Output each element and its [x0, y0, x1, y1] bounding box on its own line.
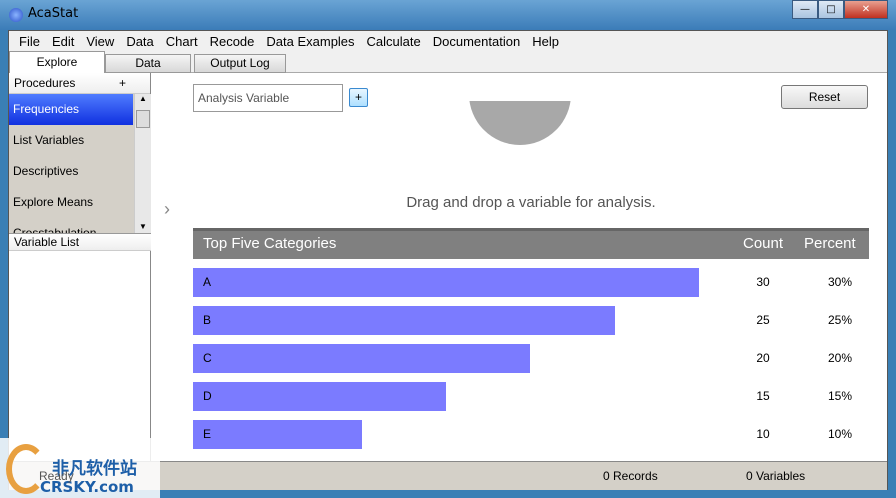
menu-edit[interactable]: Edit — [46, 34, 80, 49]
procedure-frequencies[interactable]: Frequencies — [9, 94, 133, 125]
menu-documentation[interactable]: Documentation — [427, 34, 526, 49]
maximize-button[interactable]: □ — [818, 0, 844, 19]
category-label: E — [203, 427, 212, 441]
title-bar: AcaStat — □ ✕ — [0, 0, 896, 30]
category-label: A — [203, 275, 212, 289]
left-panel: Procedures + Frequencies List Variables D… — [9, 73, 151, 461]
tab-output-log[interactable]: Output Log — [194, 54, 286, 73]
procedure-list-variables[interactable]: List Variables — [9, 125, 133, 156]
tab-explore[interactable]: Explore — [9, 51, 105, 74]
app-window: File Edit View Data Chart Recode Data Ex… — [8, 30, 888, 490]
category-count: 20 — [756, 351, 770, 365]
menu-view[interactable]: View — [80, 34, 120, 49]
scroll-thumb[interactable] — [136, 110, 150, 128]
table-row: D 15 15% — [193, 382, 869, 411]
add-procedure-button[interactable]: + — [119, 73, 126, 93]
watermark: 非凡软件站 CRSKY.com — [0, 438, 160, 498]
category-label: B — [203, 313, 212, 327]
category-percent: 20% — [827, 351, 853, 365]
menu-chart[interactable]: Chart — [160, 34, 204, 49]
procedures-label: Procedures — [14, 76, 76, 90]
category-bar: A — [193, 268, 699, 297]
table-row: B 25 25% — [193, 306, 869, 335]
variables-count: 0 Variables — [746, 469, 806, 483]
category-percent: 25% — [827, 313, 853, 327]
procedures-list: Frequencies List Variables Descriptives … — [9, 94, 151, 233]
category-percent: 30% — [827, 275, 853, 289]
tab-data[interactable]: Data — [105, 54, 191, 73]
menu-data[interactable]: Data — [120, 34, 159, 49]
expand-chevron-icon[interactable]: › — [164, 199, 170, 220]
menu-calculate[interactable]: Calculate — [361, 34, 427, 49]
category-count: 10 — [756, 427, 770, 441]
add-variable-button[interactable]: + — [349, 88, 368, 107]
analysis-variable-input[interactable]: Analysis Variable — [193, 84, 343, 112]
procedure-explore-means[interactable]: Explore Means — [9, 187, 133, 218]
reset-button[interactable]: Reset — [781, 85, 868, 109]
menu-help[interactable]: Help — [526, 34, 565, 49]
status-ready: Ready — [39, 469, 74, 483]
menu-file[interactable]: File — [13, 34, 46, 49]
minimize-button[interactable]: — — [792, 0, 818, 19]
close-button[interactable]: ✕ — [844, 0, 888, 19]
drag-drop-message: Drag and drop a variable for analysis. — [406, 194, 656, 211]
category-count: 25 — [756, 313, 770, 327]
category-count: 15 — [756, 389, 770, 403]
table-row: C 20 20% — [193, 344, 869, 373]
category-bar: D — [193, 382, 446, 411]
variable-list-header: Variable List — [9, 233, 151, 251]
category-percent: 15% — [827, 389, 853, 403]
table-title: Top Five Categories — [203, 235, 337, 252]
category-bar: E — [193, 420, 362, 449]
menu-data-examples[interactable]: Data Examples — [260, 34, 360, 49]
app-icon — [9, 8, 23, 22]
table-row: E 10 10% — [193, 420, 869, 449]
records-count: 0 Records — [603, 469, 658, 483]
menu-bar: File Edit View Data Chart Recode Data Ex… — [9, 31, 887, 51]
menu-recode[interactable]: Recode — [204, 34, 261, 49]
procedures-scrollbar[interactable]: ▲ ▼ — [134, 94, 151, 233]
category-bar: C — [193, 344, 531, 373]
table-row: A 30 30% — [193, 268, 869, 297]
procedure-descriptives[interactable]: Descriptives — [9, 156, 133, 187]
category-count: 30 — [756, 275, 770, 289]
procedure-crosstabulation[interactable]: Crosstabulation — [9, 218, 133, 233]
drop-target-icon — [469, 101, 571, 145]
category-label: D — [203, 389, 212, 403]
category-percent: 10% — [827, 427, 853, 441]
percent-header: Percent — [804, 235, 856, 252]
window-title: AcaStat — [28, 6, 79, 21]
count-header: Count — [743, 235, 784, 252]
main-panel: Analysis Variable + Reset › Drag and dro… — [151, 73, 888, 461]
category-bar: B — [193, 306, 615, 335]
category-label: C — [203, 351, 212, 365]
procedures-header: Procedures + — [9, 73, 150, 94]
table-header: Top Five Categories Count Percent — [193, 228, 869, 259]
